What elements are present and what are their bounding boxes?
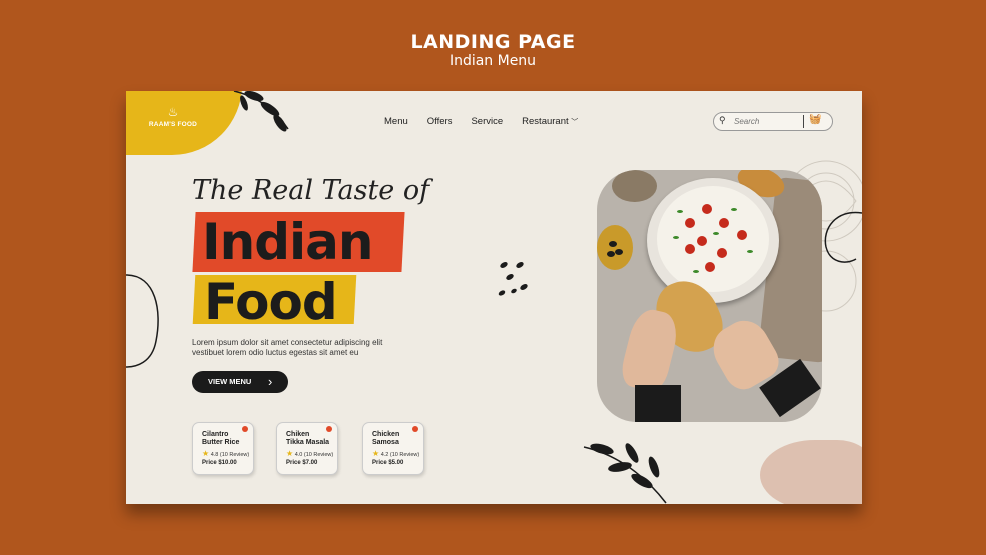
search-bar: ⚲ 🧺: [713, 112, 833, 131]
herb: [677, 210, 683, 213]
olive: [609, 241, 617, 247]
nav-item-service[interactable]: Service: [471, 116, 503, 127]
star-icon: ★: [286, 449, 294, 458]
tomato: [737, 230, 747, 240]
spice-bowl: [612, 170, 657, 202]
close-icon[interactable]: [242, 426, 248, 432]
curve-decoration-left: [126, 274, 159, 368]
header-subtitle: Indian Menu: [449, 53, 537, 69]
dish-card[interactable]: Chiken Tikka Masala ★ 4.0 (10 Review) Pri…: [276, 422, 338, 475]
olive: [607, 251, 615, 257]
main-nav: Menu Offers Service Restaurant ﹀: [384, 116, 597, 127]
dish-name: Chiken Tikka Masala: [286, 431, 330, 446]
dish-card[interactable]: Cilantro Butter Rice ★ 4.8 (10 Review) Pr…: [192, 422, 254, 475]
chevron-down-icon: ﹀: [571, 119, 579, 126]
logo-text: RAAM'S FOOD: [148, 121, 198, 128]
star-icon: ★: [202, 449, 210, 458]
chevron-right-icon: ›: [268, 374, 273, 389]
nav-item-offers[interactable]: Offers: [427, 116, 453, 127]
leaf-decoration-top: [233, 91, 289, 132]
view-menu-button[interactable]: VIEW MENU ›: [192, 371, 288, 393]
hero-title-line2: Food: [204, 273, 338, 331]
herb: [673, 236, 679, 239]
herb: [747, 250, 753, 253]
herb: [693, 270, 699, 273]
search-icon[interactable]: ⚲: [719, 115, 726, 126]
tomato: [705, 262, 715, 272]
cart-icon[interactable]: 🧺: [809, 114, 821, 125]
logo[interactable]: ♨ RAAM'S FOOD: [142, 105, 204, 128]
dish-card[interactable]: Chicken Samosa ★ 4.2 (10 Review) Price $5…: [362, 422, 424, 475]
dish-rating: ★ 4.0 (10 Review): [286, 449, 334, 458]
olive-bowl: [597, 225, 633, 270]
dish-name: Chicken Samosa: [372, 431, 400, 446]
curve-decoration-right: [824, 211, 862, 263]
star-icon: ★: [372, 449, 380, 458]
dish-price: Price $7.00: [286, 460, 318, 466]
olive: [615, 249, 623, 255]
search-divider: [803, 115, 804, 128]
tomato: [697, 236, 707, 246]
tomato: [702, 204, 712, 214]
view-menu-label: VIEW MENU: [208, 377, 252, 386]
chef-hat-icon: ♨: [167, 105, 179, 119]
dish-price: Price $10.00: [202, 460, 237, 466]
hero-description: Lorem ipsum dolor sit amet consectetur a…: [192, 338, 383, 357]
decorative-blob: [760, 440, 862, 504]
nav-item-restaurant-label: Restaurant: [522, 116, 569, 127]
header-title: LANDING PAGE: [410, 31, 576, 53]
hand: [618, 305, 682, 395]
yogurt: [657, 186, 769, 292]
tomato: [717, 248, 727, 258]
hero-title-line1: Indian: [202, 213, 373, 271]
dish-name: Cilantro Butter Rice: [202, 431, 240, 446]
tomato: [685, 218, 695, 228]
tomato: [685, 244, 695, 254]
dish-rating: ★ 4.8 (10 Review): [202, 449, 250, 458]
herb: [713, 232, 719, 235]
tomato: [719, 218, 729, 228]
landing-page-card: ♨ RAAM'S FOOD Menu Offers Service Restau…: [126, 91, 862, 504]
sleeve: [635, 385, 681, 422]
food-photo: [597, 170, 822, 422]
dots-decoration: [498, 262, 528, 296]
nav-item-menu[interactable]: Menu: [384, 116, 408, 127]
hero-tagline: The Real Taste of: [192, 175, 430, 206]
herb: [731, 208, 737, 211]
dish-price: Price $5.00: [372, 460, 404, 466]
search-input[interactable]: [734, 115, 798, 127]
nav-item-restaurant[interactable]: Restaurant ﹀: [522, 116, 578, 127]
dish-rating: ★ 4.2 (10 Review): [372, 449, 420, 458]
leaf-decoration-bottom: [583, 443, 667, 504]
close-icon[interactable]: [412, 426, 418, 432]
